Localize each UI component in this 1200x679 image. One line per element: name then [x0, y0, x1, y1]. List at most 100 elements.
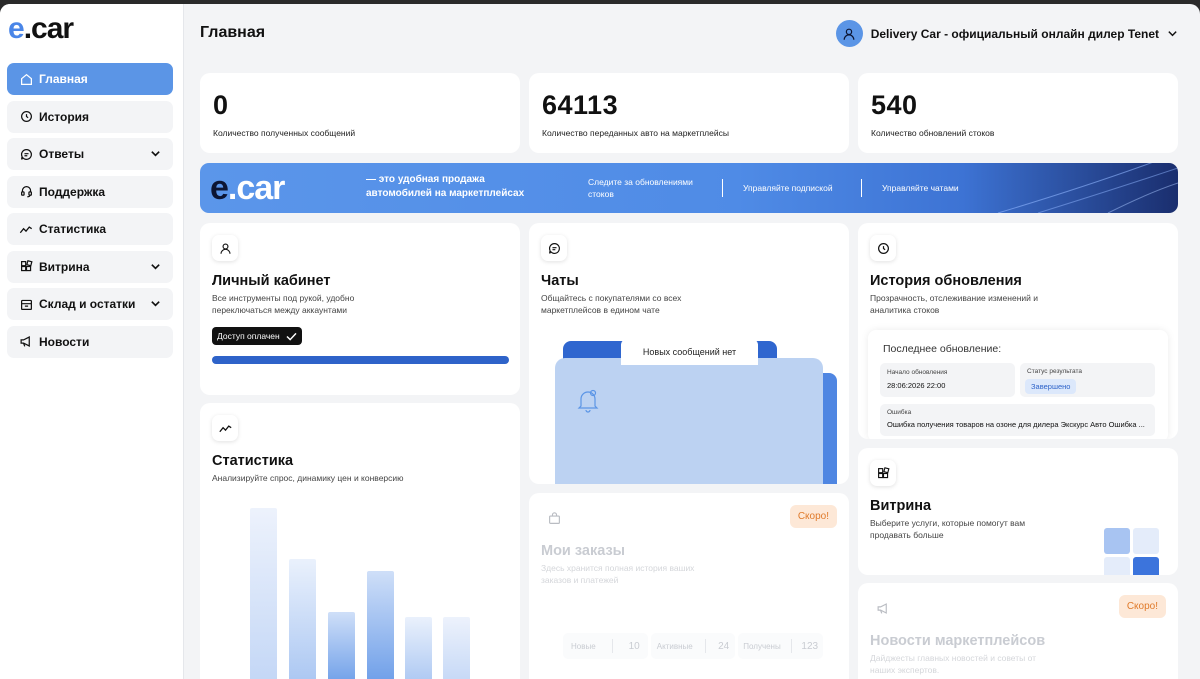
sidebar-item-history[interactable]: История	[7, 100, 173, 133]
sidebar-item-label: Поддержка	[39, 184, 106, 199]
stat-card-cars: 64113 Количество переданных авто на марк…	[529, 73, 849, 153]
sidebar-item-support[interactable]: Поддержка	[7, 175, 173, 208]
card-showcase[interactable]: Витрина Выберите услуги, которые помогут…	[858, 448, 1178, 575]
card-statistics[interactable]: Статистика Анализируйте спрос, динамику …	[200, 403, 520, 679]
card-description: Здесь хранится полная история ваших зака…	[541, 563, 695, 585]
card-title: Мои заказы	[541, 543, 626, 559]
start-value: 28:06:2026 22:00	[887, 381, 946, 390]
sidebar-item-label: Статистика	[39, 222, 107, 236]
bar	[289, 559, 316, 679]
filter-label: Получены	[743, 641, 781, 651]
banner-divider	[861, 179, 862, 197]
filter-count: 123	[801, 640, 819, 652]
card-description: Дайджесты главных новостей и советы от н…	[870, 653, 1037, 675]
sidebar-item-warehouse[interactable]: Склад и остатки	[7, 288, 173, 320]
clock-icon	[870, 235, 896, 261]
bar	[250, 508, 277, 679]
page-title: Главная	[200, 24, 266, 41]
error-label: Ошибка	[887, 409, 912, 416]
sidebar-item-home[interactable]: Главная	[7, 63, 173, 95]
card-description: Прозрачность, отслеживание изменений и а…	[870, 293, 1039, 315]
stat-card-messages: 0 Количество полученных сообщений	[200, 73, 520, 153]
card-title: Личный кабинет	[212, 273, 331, 289]
card-title: Витрина	[870, 498, 932, 514]
check-icon	[286, 332, 297, 341]
card-orders: Скоро! Мои заказы Здесь хранится полная …	[529, 493, 849, 679]
progress-track	[212, 356, 509, 364]
sidebar-item-label: Витрина	[39, 259, 90, 274]
megaphone-icon	[870, 595, 896, 621]
card-title: Чаты	[541, 273, 579, 289]
megaphone-icon	[19, 335, 33, 349]
chevron-down-icon	[150, 148, 161, 162]
chevron-down-icon	[150, 298, 161, 312]
account-switcher[interactable]: Delivery Car - официальный онлайн дилер …	[835, 20, 1178, 47]
banner-divider	[722, 179, 723, 197]
start-time-box: Начало обновления 28:06:2026 22:00	[880, 363, 1015, 397]
access-paid-badge: Доступ оплачен	[212, 327, 302, 345]
card-description: Выберите услуги, которые помогут вам про…	[870, 518, 1026, 540]
sidebar-nav: Главная История Ответы Поддержка Статист…	[7, 63, 173, 363]
sidebar-item-label: Новости	[39, 334, 90, 349]
filter-divider	[790, 639, 792, 653]
order-filter-active: Активные 24	[650, 633, 736, 659]
filter-divider	[704, 639, 706, 653]
sidebar-item-statistics[interactable]: Статистика	[7, 213, 173, 245]
logo-e: e	[8, 12, 25, 45]
chat-icon	[19, 147, 33, 161]
card-description: Анализируйте спрос, динамику цен и конве…	[212, 473, 404, 483]
main-content: Главная Delivery Car - официальный онлай…	[184, 4, 1200, 679]
home-icon	[19, 72, 33, 86]
grid-icon	[870, 460, 896, 486]
card-title: История обновления	[870, 273, 1022, 289]
decorative-bar-chart	[250, 508, 470, 679]
sidebar-item-label: История	[39, 109, 90, 124]
card-personal-cabinet[interactable]: Личный кабинет Все инструменты под рукой…	[200, 223, 520, 395]
promo-banner: e.car — это удобная продажа автомобилей …	[200, 163, 1178, 213]
app-logo[interactable]: e.car	[8, 12, 74, 46]
stat-label: Количество полученных сообщений	[213, 128, 356, 138]
last-update-panel: Последнее обновление: Начало обновления …	[868, 330, 1168, 439]
panel-title: Последнее обновление:	[883, 343, 1002, 355]
stat-value: 540	[871, 90, 918, 120]
card-news: Скоро! Новости маркетплейсов Дайджесты г…	[858, 583, 1178, 679]
banner-tagline: — это удобная продажа автомобилей на мар…	[366, 174, 525, 199]
bag-icon	[541, 505, 567, 531]
headset-icon	[19, 185, 33, 199]
sidebar: e.car Главная История Ответы Поддержка С…	[0, 4, 184, 679]
card-title: Новости маркетплейсов	[870, 633, 1046, 649]
sidebar-item-news[interactable]: Новости	[7, 325, 173, 358]
logo-text: .car	[227, 169, 285, 207]
card-history[interactable]: История обновления Прозрачность, отслежи…	[858, 223, 1178, 439]
banner-link-chats[interactable]: Управляйте чатами	[882, 163, 959, 213]
trend-icon	[212, 415, 238, 441]
filter-divider	[611, 639, 613, 653]
bell-icon	[577, 389, 599, 418]
badge-label: Доступ оплачен	[217, 331, 280, 341]
status-box: Статус результата Завершено	[1020, 363, 1155, 397]
chevron-down-icon	[150, 261, 161, 275]
sidebar-item-label: Ответы	[39, 147, 85, 161]
banner-link-stocks[interactable]: Следите за обновлениями стоков	[588, 163, 708, 213]
sidebar-item-answers[interactable]: Ответы	[7, 138, 173, 170]
filter-count: 10	[628, 640, 640, 652]
banner-link-subscription[interactable]: Управляйте подпиской	[743, 163, 833, 213]
sidebar-item-showcase[interactable]: Витрина	[7, 250, 173, 283]
sidebar-item-label: Склад и остатки	[39, 297, 136, 311]
app-window: e.car Главная История Ответы Поддержка С…	[0, 4, 1200, 679]
logo-text: .car	[23, 12, 74, 45]
status-badge: Завершено	[1025, 379, 1077, 394]
filter-label: Активные	[656, 641, 693, 651]
logo-e: e	[210, 169, 229, 207]
order-filter-new: Новые 10	[563, 633, 648, 659]
card-chats[interactable]: Чаты Общайтесь с покупателями со всех ма…	[529, 223, 849, 484]
stat-value: 64113	[542, 90, 619, 120]
box-icon	[19, 297, 33, 311]
chat-icon	[541, 235, 567, 261]
clock-icon	[19, 110, 33, 124]
card-description: Общайтесь с покупателями со всех маркетп…	[541, 293, 682, 315]
soon-badge: Скоро!	[789, 505, 837, 528]
filter-count: 24	[718, 640, 730, 652]
stat-label: Количество переданных авто на маркетплей…	[542, 128, 729, 138]
stat-value: 0	[213, 90, 229, 120]
